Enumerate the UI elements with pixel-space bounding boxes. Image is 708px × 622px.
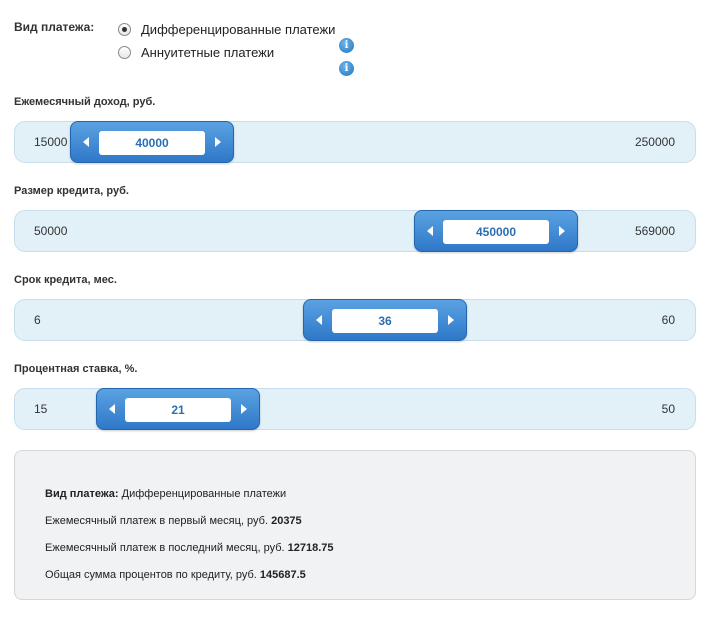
loan-size-value[interactable]: 450000 [443, 220, 549, 244]
arrow-left-icon[interactable] [83, 137, 89, 147]
loan-size-min: 50000 [34, 224, 68, 238]
result-first-value: 20375 [271, 515, 302, 527]
arrow-right-icon[interactable] [559, 226, 565, 236]
radio-differentiated[interactable]: Дифференцированные платежи [118, 20, 335, 38]
income-label: Ежемесячный доход, руб. [14, 96, 156, 108]
result-last-value: 12718.75 [287, 542, 334, 554]
loan-size-slider-track[interactable]: 50000 569000 450000 [14, 210, 696, 252]
radio-differentiated-label[interactable]: Дифференцированные платежи [141, 22, 335, 37]
result-total-interest: Общая сумма процентов по кредиту, руб. 1… [45, 569, 306, 581]
loan-term-slider-track[interactable]: 6 60 36 [14, 299, 696, 341]
result-type-value: Дифференцированные платежи [121, 488, 287, 500]
interest-rate-max: 50 [661, 402, 675, 416]
income-min: 15000 [34, 135, 68, 149]
result-first-label: Ежемесячный платеж в первый месяц, руб. [45, 515, 269, 527]
arrow-right-icon[interactable] [448, 315, 454, 325]
arrow-right-icon[interactable] [215, 137, 221, 147]
loan-term-max: 60 [661, 313, 675, 327]
interest-rate-slider-handle[interactable]: 21 [96, 388, 260, 430]
radio-button-checked[interactable] [118, 22, 131, 36]
result-payment-type: Вид платежа: Дифференцированные платежи [45, 488, 286, 500]
income-max: 250000 [634, 135, 675, 149]
loan-term-min: 6 [34, 313, 41, 327]
radio-annuity[interactable]: Аннуитетные платежи [118, 43, 274, 61]
interest-rate-value[interactable]: 21 [125, 398, 231, 422]
arrow-left-icon[interactable] [427, 226, 433, 236]
loan-term-slider-handle[interactable]: 36 [303, 299, 467, 341]
loan-term-value[interactable]: 36 [332, 309, 438, 333]
arrow-right-icon[interactable] [241, 404, 247, 414]
result-panel: Вид платежа: Дифференцированные платежи … [14, 450, 696, 600]
interest-rate-min: 15 [34, 402, 48, 416]
loan-size-max: 569000 [634, 224, 675, 238]
result-type-label: Вид платежа: [45, 488, 119, 500]
interest-rate-slider-track[interactable]: 15 50 21 [14, 388, 696, 430]
result-first-payment: Ежемесячный платеж в первый месяц, руб. … [45, 515, 302, 527]
loan-size-label: Размер кредита, руб. [14, 185, 129, 197]
loan-size-slider-handle[interactable]: 450000 [414, 210, 578, 252]
radio-button[interactable] [118, 45, 131, 59]
income-slider-track[interactable]: 15000 250000 40000 [14, 121, 696, 163]
result-total-value: 145687.5 [259, 569, 306, 581]
payment-type-label: Вид платежа: [14, 20, 95, 34]
radio-annuity-label[interactable]: Аннуитетные платежи [141, 45, 274, 60]
income-value[interactable]: 40000 [99, 131, 205, 155]
result-total-label: Общая сумма процентов по кредиту, руб. [45, 569, 257, 581]
loan-term-label: Срок кредита, мес. [14, 274, 117, 286]
info-icon[interactable]: i [339, 61, 354, 76]
arrow-left-icon[interactable] [109, 404, 115, 414]
payment-type-group: Вид платежа: Дифференцированные платежи … [14, 18, 374, 76]
arrow-left-icon[interactable] [316, 315, 322, 325]
result-last-label: Ежемесячный платеж в последний месяц, ру… [45, 542, 285, 554]
interest-rate-label: Процентная ставка, %. [14, 363, 138, 375]
income-slider-handle[interactable]: 40000 [70, 121, 234, 163]
result-last-payment: Ежемесячный платеж в последний месяц, ру… [45, 542, 334, 554]
info-icon[interactable]: i [339, 38, 354, 53]
